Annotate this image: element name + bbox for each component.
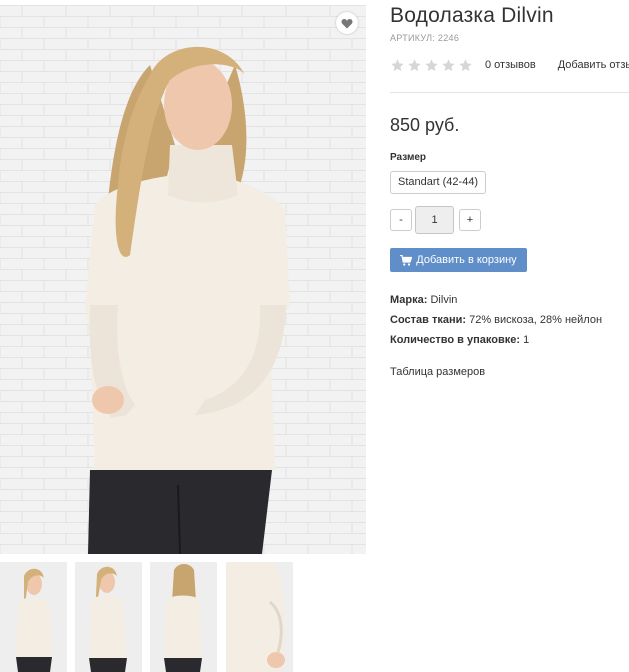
thumbnail-4[interactable] [226, 562, 293, 672]
thumbnail-1[interactable] [0, 562, 67, 672]
property-key: Состав ткани: [390, 314, 467, 326]
size-option-standart[interactable]: Standart (42-44) [390, 171, 487, 194]
star-icon [391, 58, 404, 71]
heart-icon [341, 18, 353, 28]
rating-row: 0 отзывов Добавить отзы [390, 56, 629, 74]
property-value: Dilvin [430, 294, 458, 306]
divider [390, 92, 629, 93]
star-icon [425, 58, 438, 71]
star-icon [442, 58, 455, 71]
add-to-cart-label: Добавить в корзину [416, 254, 517, 266]
quantity-increase-button[interactable]: + [459, 209, 481, 231]
star-icon [459, 58, 472, 71]
thumbnail-2[interactable] [75, 562, 142, 672]
thumbnail-3[interactable] [150, 562, 217, 672]
property-key: Количество в упаковке: [390, 334, 520, 346]
shopping-cart-icon [400, 254, 413, 266]
property-value: 1 [523, 334, 530, 346]
property-value: 72% вискоза, 28% нейлон [469, 314, 603, 326]
size-table-link[interactable]: Таблица размеров [390, 366, 485, 378]
product-sku: АРТИКУЛ: 2246 [390, 33, 460, 43]
add-to-cart-button[interactable]: Добавить в корзину [390, 248, 527, 272]
property-key: Марка: [390, 294, 428, 306]
product-price: 850 руб. [390, 115, 460, 135]
add-review-link[interactable]: Добавить отзы [558, 59, 629, 71]
rating-stars[interactable] [390, 58, 475, 73]
main-product-image[interactable] [0, 5, 366, 554]
property-fabric: Состав ткани: 72% вискоза, 28% нейлон [390, 314, 602, 326]
wishlist-button[interactable] [336, 12, 358, 34]
quantity-decrease-button[interactable]: - [390, 209, 412, 231]
property-pack-quantity: Количество в упаковке: 1 [390, 334, 529, 346]
quantity-input[interactable]: 1 [415, 206, 454, 234]
product-title: Водолазка Dilvin [390, 4, 554, 27]
size-label: Размер [390, 152, 427, 163]
reviews-count-link[interactable]: 0 отзывов [485, 59, 536, 71]
property-brand: Марка: Dilvin [390, 294, 457, 306]
star-icon [408, 58, 421, 71]
